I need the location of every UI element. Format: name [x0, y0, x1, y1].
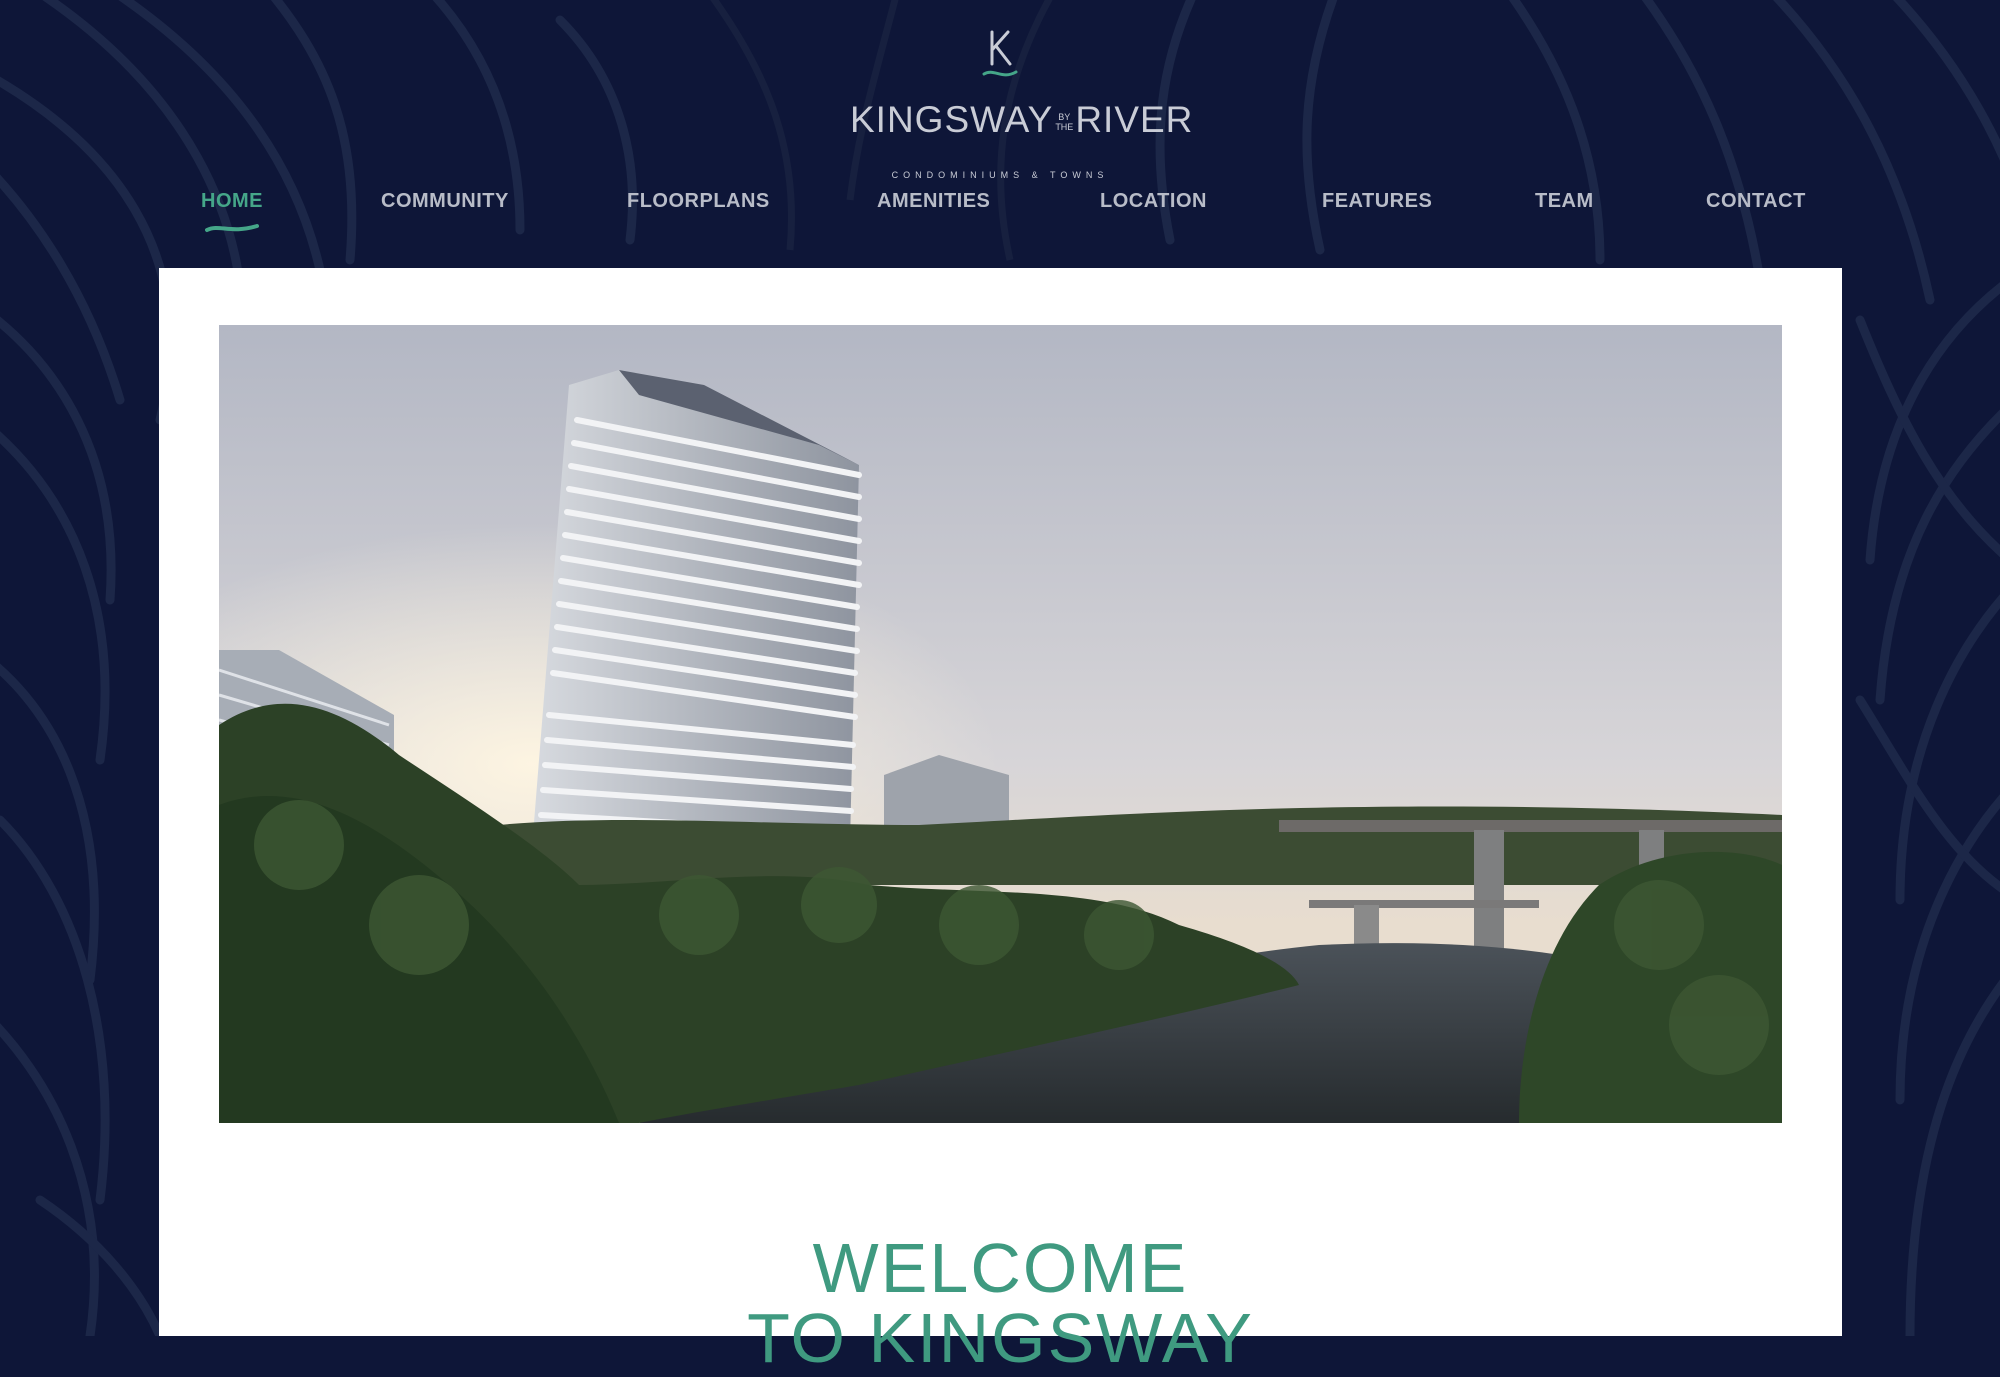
nav-item-label: TEAM: [1535, 190, 1594, 212]
brand-name-left: KINGSWAY: [850, 99, 1054, 140]
nav-item-home[interactable]: HOME: [201, 190, 263, 240]
brand-name: KINGSWAY BY THERIVER: [850, 99, 1192, 140]
main-nav: HOME COMMUNITY FLOORPLANS AMENITIES LOCA…: [0, 190, 2000, 240]
nav-item-label: FLOORPLANS: [627, 190, 770, 212]
nav-item-contact[interactable]: CONTACT: [1706, 190, 1806, 240]
welcome-heading: WELCOME TO KINGSWAY: [159, 1233, 1842, 1373]
nav-item-amenities[interactable]: AMENITIES: [877, 190, 990, 240]
brand-by-the: BY THE: [1055, 112, 1073, 132]
k-logo-mark-icon: [982, 30, 1018, 77]
nav-item-label: HOME: [201, 190, 263, 212]
nav-item-team[interactable]: TEAM: [1535, 190, 1594, 240]
brand-tagline: CONDOMINIUMS & TOWNS: [891, 170, 1109, 180]
nav-item-label: COMMUNITY: [381, 190, 509, 212]
content-card: WELCOME TO KINGSWAY: [159, 268, 1842, 1373]
nav-item-location[interactable]: LOCATION: [1100, 190, 1207, 240]
nav-item-floorplans[interactable]: FLOORPLANS: [627, 190, 770, 240]
site-logo[interactable]: KINGSWAY BY THERIVER CONDOMINIUMS & TOWNS: [850, 28, 1192, 180]
site-header: KINGSWAY BY THERIVER CONDOMINIUMS & TOWNS …: [0, 0, 2000, 268]
nav-item-label: AMENITIES: [877, 190, 991, 212]
nav-item-label: CONTACT: [1706, 190, 1806, 212]
brand-name-right: RIVER: [1075, 99, 1194, 140]
brand-the: THE: [1055, 122, 1074, 133]
hero-rendering-image: [219, 325, 1782, 1123]
nav-item-features[interactable]: FEATURES: [1322, 190, 1432, 240]
nav-item-community[interactable]: COMMUNITY: [381, 190, 509, 240]
welcome-line-2: TO KINGSWAY: [747, 1298, 1254, 1377]
welcome-line-1: WELCOME: [812, 1228, 1189, 1307]
brand-by: BY: [1058, 112, 1071, 123]
nav-item-label: LOCATION: [1100, 190, 1207, 212]
active-wave-indicator-icon: [205, 224, 259, 232]
nav-item-label: FEATURES: [1322, 190, 1433, 212]
